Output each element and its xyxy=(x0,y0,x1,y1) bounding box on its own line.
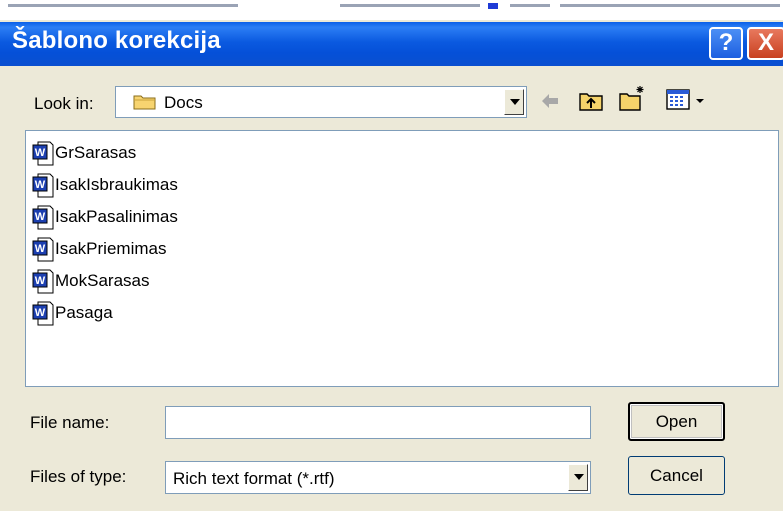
title-bar[interactable]: Šablono korekcija ? X xyxy=(0,22,783,66)
word-document-icon: W xyxy=(32,237,54,261)
file-name: MokSarasas xyxy=(55,271,150,290)
look-in-combo[interactable]: Docs xyxy=(115,86,527,118)
files-of-type-dropdown-arrow[interactable] xyxy=(568,464,588,491)
files-of-type-value: Rich text format (*.rtf) xyxy=(173,469,335,488)
dialog-title: Šablono korekcija xyxy=(12,27,221,54)
open-button[interactable]: Open xyxy=(628,402,725,441)
file-name: IsakIsbraukimas xyxy=(55,175,178,194)
svg-text:W: W xyxy=(35,147,46,159)
new-folder-icon[interactable] xyxy=(618,84,648,112)
help-button[interactable]: ? xyxy=(709,27,743,60)
background-window-strip xyxy=(0,0,783,20)
look-in-dropdown-arrow[interactable] xyxy=(504,89,524,115)
folder-icon xyxy=(133,95,156,110)
cancel-button[interactable]: Cancel xyxy=(628,456,725,495)
up-folder-icon[interactable] xyxy=(578,88,604,112)
back-arrow-icon[interactable] xyxy=(539,90,561,112)
word-document-icon: W xyxy=(32,173,54,197)
file-list[interactable]: W GrSarasas W IsakIsbraukimas W IsakPasa… xyxy=(25,130,779,387)
files-of-type-combo[interactable]: Rich text format (*.rtf) xyxy=(165,461,591,494)
svg-text:W: W xyxy=(35,211,46,223)
word-document-icon: W xyxy=(32,141,54,165)
list-item[interactable]: W GrSarasas xyxy=(32,139,136,167)
list-item[interactable]: W MokSarasas xyxy=(32,267,149,295)
word-document-icon: W xyxy=(32,205,54,229)
list-item[interactable]: W IsakIsbraukimas xyxy=(32,171,178,199)
look-in-value: Docs xyxy=(164,93,203,112)
list-item[interactable]: W IsakPriemimas xyxy=(32,235,166,263)
word-document-icon: W xyxy=(32,301,54,325)
file-name: Pasaga xyxy=(55,303,113,322)
file-name-label: File name: xyxy=(30,413,110,432)
file-name: IsakPasalinimas xyxy=(55,207,178,226)
svg-text:W: W xyxy=(35,275,46,287)
svg-text:W: W xyxy=(35,307,46,319)
file-name-input[interactable] xyxy=(165,406,591,439)
file-name: IsakPriemimas xyxy=(55,239,167,258)
svg-text:W: W xyxy=(35,243,46,255)
files-of-type-label: Files of type: xyxy=(30,467,127,486)
svg-text:W: W xyxy=(35,179,46,191)
list-item[interactable]: W IsakPasalinimas xyxy=(32,203,178,231)
close-button[interactable]: X xyxy=(747,27,783,60)
file-name: GrSarasas xyxy=(55,143,137,162)
word-document-icon: W xyxy=(32,269,54,293)
list-item[interactable]: W Pasaga xyxy=(32,299,113,327)
view-menu-icon[interactable] xyxy=(666,89,708,111)
look-in-label: Look in: xyxy=(34,94,94,113)
